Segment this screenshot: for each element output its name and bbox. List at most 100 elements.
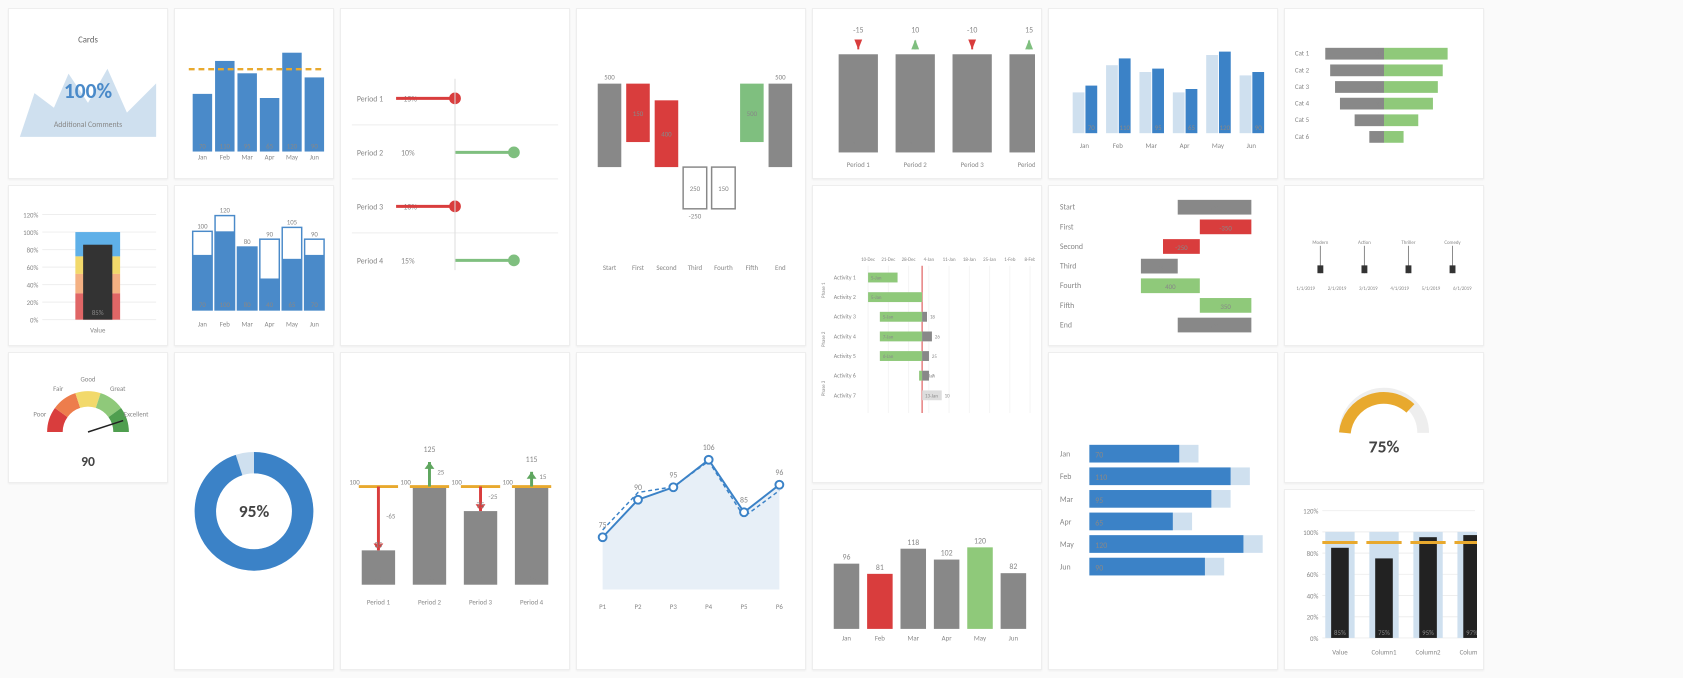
svg-text:Jun: Jun bbox=[310, 154, 320, 162]
svg-text:Feb: Feb bbox=[1113, 141, 1123, 150]
svg-text:90: 90 bbox=[266, 230, 273, 238]
svg-text:4-Jan: 4-Jan bbox=[924, 256, 935, 262]
svg-text:5/1/2019: 5/1/2019 bbox=[1422, 286, 1441, 292]
svg-text:40: 40 bbox=[1374, 83, 1381, 92]
svg-text:Period 4: Period 4 bbox=[520, 597, 544, 606]
svg-text:4/1/2019: 4/1/2019 bbox=[1390, 286, 1409, 292]
svg-text:Start: Start bbox=[603, 263, 617, 272]
svg-text:Modern: Modern bbox=[1312, 240, 1328, 246]
svg-text:Period 1: Period 1 bbox=[847, 160, 871, 169]
svg-text:Fourth: Fourth bbox=[714, 263, 733, 272]
bar bbox=[305, 78, 324, 152]
svg-text:100%: 100% bbox=[23, 229, 38, 237]
svg-text:90: 90 bbox=[81, 453, 95, 470]
waterfall-chart: 500Start150First400Second250-250Third150… bbox=[576, 8, 806, 346]
svg-text:Period 2: Period 2 bbox=[418, 597, 442, 606]
svg-text:100: 100 bbox=[451, 477, 462, 486]
svg-text:100: 100 bbox=[526, 573, 537, 582]
svg-text:Good: Good bbox=[80, 376, 95, 384]
svg-text:125: 125 bbox=[424, 446, 436, 455]
svg-text:95: 95 bbox=[1155, 123, 1162, 132]
svg-text:Third: Third bbox=[688, 263, 703, 272]
svg-text:6-Jan: 6-Jan bbox=[883, 354, 894, 360]
svg-text:Feb: Feb bbox=[1060, 474, 1072, 483]
svg-text:Jun: Jun bbox=[1060, 564, 1071, 573]
svg-text:Phase 3: Phase 3 bbox=[821, 380, 827, 396]
svg-text:100%: 100% bbox=[1303, 528, 1318, 537]
svg-text:Activity 2: Activity 2 bbox=[834, 293, 856, 301]
svg-text:Mar: Mar bbox=[241, 154, 253, 162]
svg-text:May: May bbox=[1060, 541, 1074, 550]
svg-text:70: 70 bbox=[311, 301, 318, 309]
svg-text:85: 85 bbox=[740, 496, 748, 505]
svg-text:30: 30 bbox=[1374, 99, 1381, 108]
svg-text:Period 3: Period 3 bbox=[357, 204, 383, 213]
donut-value: 95% bbox=[239, 500, 270, 522]
svg-text:60%: 60% bbox=[27, 264, 39, 272]
svg-text:120%: 120% bbox=[1303, 507, 1318, 516]
svg-text:-15: -15 bbox=[853, 27, 863, 36]
svg-text:Jan: Jan bbox=[1060, 451, 1070, 460]
svg-text:100: 100 bbox=[400, 477, 411, 486]
svg-text:100: 100 bbox=[502, 477, 513, 486]
kpi-card: Cards 100% Additional Comments bbox=[8, 8, 168, 179]
kpi-title: Cards bbox=[78, 36, 98, 46]
svg-text:75: 75 bbox=[599, 521, 607, 530]
col-chart-a: 70Jan110Feb95Mar65Apr120May90Jun bbox=[174, 8, 334, 179]
svg-text:5-Jan: 5-Jan bbox=[871, 275, 882, 281]
svg-text:26: 26 bbox=[935, 334, 940, 340]
svg-text:Excellent: Excellent bbox=[124, 411, 149, 419]
svg-text:60: 60 bbox=[1374, 49, 1381, 58]
stacked-pct: 0%20%40%60%80%100%120%85%Value bbox=[8, 185, 168, 346]
svg-text:First: First bbox=[632, 263, 645, 272]
svg-text:Value: Value bbox=[90, 326, 106, 334]
svg-text:End: End bbox=[775, 263, 786, 272]
svg-text:Fourth: Fourth bbox=[1060, 282, 1081, 291]
svg-text:Value: Value bbox=[1332, 648, 1348, 657]
svg-text:70: 70 bbox=[199, 143, 206, 151]
svg-text:Phase 2: Phase 2 bbox=[821, 331, 827, 347]
svg-text:7-Jan: 7-Jan bbox=[883, 334, 894, 340]
svg-text:Jun: Jun bbox=[310, 320, 320, 328]
svg-text:10%: 10% bbox=[401, 150, 415, 159]
svg-text:65: 65 bbox=[1095, 520, 1103, 529]
svg-text:350: 350 bbox=[1220, 302, 1231, 311]
svg-text:Column2: Column2 bbox=[1416, 648, 1441, 657]
svg-text:P2: P2 bbox=[634, 602, 642, 611]
svg-text:1/1/2019: 1/1/2019 bbox=[1296, 286, 1315, 292]
kpi-subtitle: Additional Comments bbox=[54, 122, 122, 131]
svg-text:70: 70 bbox=[1095, 452, 1103, 461]
svg-text:70: 70 bbox=[1088, 123, 1095, 132]
svg-text:Mar: Mar bbox=[1060, 496, 1073, 505]
svg-text:6/1/2019: 6/1/2019 bbox=[1453, 286, 1472, 292]
svg-text:May: May bbox=[974, 633, 987, 642]
svg-text:P6: P6 bbox=[776, 602, 784, 611]
svg-text:11-Jan: 11-Jan bbox=[943, 256, 956, 262]
svg-text:Period 4: Period 4 bbox=[1018, 160, 1035, 169]
svg-text:96: 96 bbox=[843, 553, 851, 562]
svg-text:3/1/2019: 3/1/2019 bbox=[1359, 286, 1378, 292]
svg-text:120: 120 bbox=[220, 206, 231, 214]
svg-text:Fair: Fair bbox=[53, 385, 64, 393]
svg-text:96: 96 bbox=[775, 469, 783, 478]
svg-text:35: 35 bbox=[375, 573, 382, 582]
svg-text:110: 110 bbox=[220, 143, 231, 151]
svg-text:-10: -10 bbox=[967, 27, 977, 36]
svg-text:Activity 5: Activity 5 bbox=[834, 352, 856, 360]
svg-text:Apr: Apr bbox=[1060, 519, 1072, 528]
svg-text:100: 100 bbox=[852, 142, 864, 151]
svg-text:150: 150 bbox=[633, 109, 644, 118]
svg-text:Apr: Apr bbox=[942, 633, 953, 642]
svg-text:85%: 85% bbox=[92, 308, 104, 316]
svg-text:Third: Third bbox=[1060, 263, 1077, 272]
svg-text:Mar: Mar bbox=[907, 633, 919, 642]
svg-text:Jan: Jan bbox=[198, 154, 207, 162]
lollipop-chart: Period 1-15%Period 210%Period 3-10%Perio… bbox=[340, 8, 570, 346]
svg-text:500: 500 bbox=[775, 73, 786, 82]
kpi-value: 100% bbox=[64, 78, 113, 104]
svg-text:Feb: Feb bbox=[220, 154, 230, 162]
svg-text:Period 4: Period 4 bbox=[357, 258, 383, 267]
svg-text:0%: 0% bbox=[1310, 634, 1318, 643]
col-chart-b: 10070Jan120100Feb8080Mar9040Apr10565May9… bbox=[174, 185, 334, 346]
svg-text:Fifth: Fifth bbox=[1060, 302, 1074, 311]
